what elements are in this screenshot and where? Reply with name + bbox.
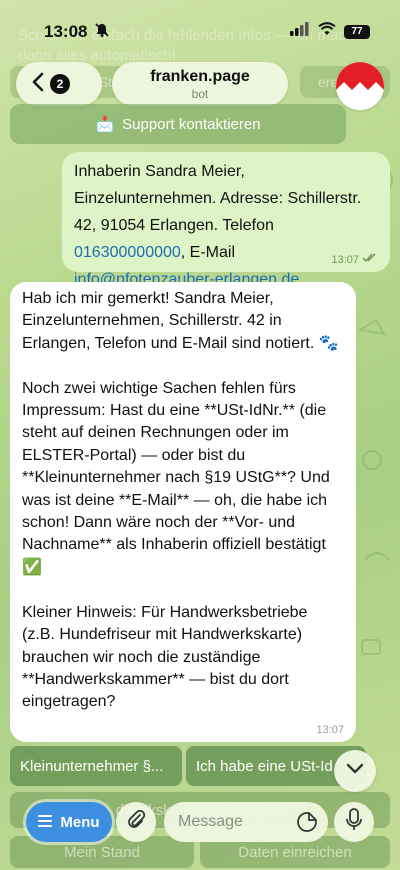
wifi-icon [318, 22, 336, 41]
status-bar: 13:08 77 [0, 0, 400, 60]
back-button[interactable]: 2 [16, 62, 102, 106]
message-input-container[interactable] [164, 802, 328, 842]
sticker-icon[interactable] [296, 811, 318, 838]
battery-indicator: 77 [344, 24, 370, 39]
chevron-down-icon [346, 762, 364, 780]
envelope-icon: 📩 [95, 116, 115, 133]
muted-bell-icon [94, 22, 110, 43]
outgoing-message-text: Inhaberin Sandra Meier, Einzelunternehme… [74, 158, 378, 293]
support-contact-button[interactable]: 📩 Support kontaktieren [10, 104, 346, 144]
ghost-mein-stand-button: Mein Stand [10, 836, 194, 868]
status-time: 13:08 [44, 22, 88, 41]
attach-button[interactable] [116, 802, 156, 842]
franconian-rake-logo [336, 62, 384, 110]
microphone-button[interactable] [334, 802, 374, 842]
status-indicators: 77 [290, 22, 370, 41]
unread-count-badge: 2 [50, 74, 70, 94]
incoming-message-time: 13:07 [316, 724, 344, 736]
chat-title-pill[interactable]: franken.page bot [112, 62, 288, 106]
outgoing-line-1: Inhaberin Sandra Meier, [74, 163, 245, 180]
chat-subtitle: bot [191, 87, 209, 101]
signal-icon [290, 22, 310, 41]
incoming-message[interactable]: Hab ich mir gemerkt! Sandra Meier, Einze… [10, 282, 356, 742]
chat-title: franken.page [150, 68, 250, 85]
outgoing-message-time: 13:07 [331, 253, 359, 266]
incoming-message-text: Hab ich mir gemerkt! Sandra Meier, Einze… [22, 290, 339, 711]
outgoing-line-3: 42, 91054 Erlangen. Telefon [74, 217, 274, 234]
message-input[interactable] [178, 813, 288, 831]
menu-label: Menu [60, 813, 100, 831]
bot-avatar[interactable] [336, 62, 384, 110]
scroll-down-button[interactable] [334, 750, 376, 792]
incoming-message-meta: 13:07 [316, 724, 344, 736]
double-check-icon [362, 253, 378, 266]
phone-link[interactable]: 016300000000 [74, 244, 181, 261]
kleinunternehmer-button[interactable]: Kleinunternehmer §... [10, 746, 182, 786]
bot-menu-button[interactable]: Menu [26, 802, 112, 842]
outgoing-message-meta: 13:07 [331, 253, 378, 266]
microphone-icon [345, 807, 363, 837]
paperclip-icon [125, 809, 147, 836]
outgoing-line-2: Einzelunternehmen. Adresse: Schillerstr. [74, 190, 362, 207]
email-prefix: , E-Mail [180, 244, 236, 261]
outgoing-message[interactable]: Inhaberin Sandra Meier, Einzelunternehme… [62, 152, 390, 288]
menu-lines-icon [38, 814, 53, 831]
chevron-left-icon [32, 72, 44, 97]
support-button-label: Support kontaktieren [122, 115, 261, 133]
